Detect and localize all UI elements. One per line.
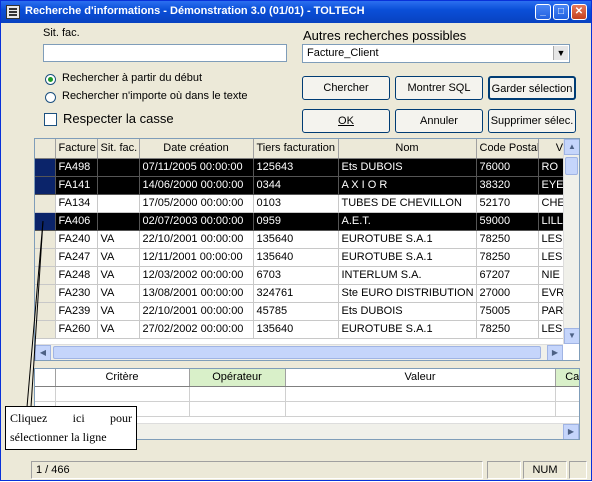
callout-word: Cliquez <box>10 411 48 425</box>
status-num: NUM <box>523 461 567 479</box>
status-bar: 1 / 466 NUM <box>1 459 591 480</box>
callout-line2: sélectionner la ligne <box>10 430 107 444</box>
callout-word: pour <box>109 411 132 425</box>
main-window: Recherche d'informations - Démonstration… <box>0 0 592 481</box>
status-record-count: 1 / 466 <box>31 461 483 479</box>
callout-word: ici <box>72 411 85 425</box>
status-pane-grip <box>569 461 587 479</box>
status-pane-empty <box>487 461 521 479</box>
help-callout: Cliquez ici pour sélectionner la ligne <box>5 406 137 450</box>
